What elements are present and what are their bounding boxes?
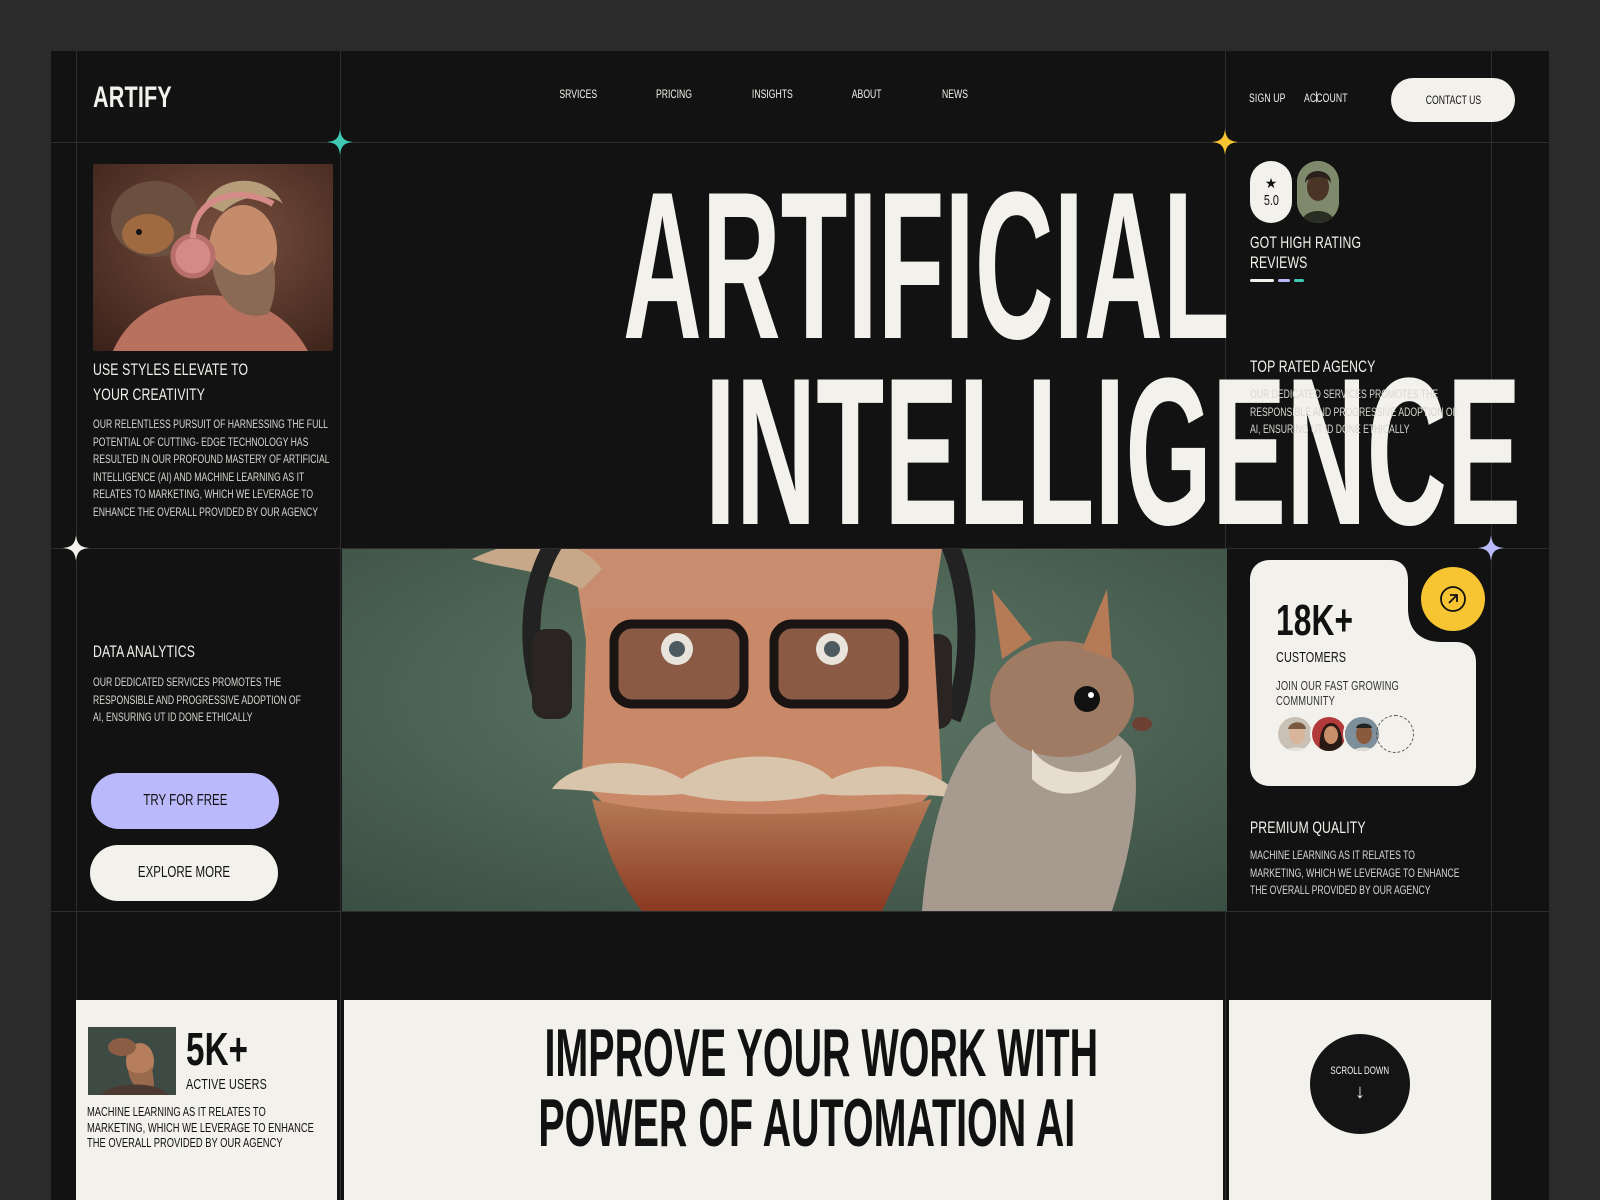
rating-value: 5.0 bbox=[1263, 192, 1279, 209]
more-avatars-placeholder[interactable] bbox=[1376, 715, 1414, 753]
nav-item-about[interactable]: ABOUT bbox=[832, 87, 902, 101]
active-users-card: 5K+ ACTIVE USERS MACHINE LEARNING AS IT … bbox=[76, 1000, 337, 1200]
arrow-up-right-icon bbox=[1440, 586, 1466, 612]
customers-count: 18K+ bbox=[1276, 596, 1354, 645]
headline-card: IMPROVE YOUR WORK WITH POWER OF AUTOMATI… bbox=[344, 1000, 1223, 1200]
active-users-count: 5K+ bbox=[186, 1023, 249, 1075]
portrait-hedgehog-image bbox=[93, 164, 333, 351]
scroll-card: SCROLL DOWN ↓ bbox=[1229, 1000, 1491, 1200]
active-users-label: ACTIVE USERS bbox=[186, 1076, 267, 1093]
sign-up-link[interactable]: SIGN UP bbox=[1249, 91, 1300, 105]
carousel-dot-active[interactable] bbox=[1250, 279, 1274, 282]
star-icon: ★ bbox=[1264, 175, 1278, 191]
active-users-image bbox=[88, 1027, 176, 1095]
sparkle-white-icon bbox=[63, 535, 89, 561]
top-rated-agency-title: TOP RATED AGENCY bbox=[1250, 357, 1376, 376]
nav-item-services[interactable]: SRVICES bbox=[543, 87, 613, 101]
try-for-free-button[interactable]: TRY FOR FREE bbox=[91, 773, 279, 829]
premium-quality-description: MACHINE LEARNING AS IT RELATES TO MARKET… bbox=[1250, 848, 1460, 897]
scroll-down-button[interactable]: SCROLL DOWN ↓ bbox=[1310, 1034, 1410, 1134]
sparkle-teal-icon bbox=[327, 129, 353, 155]
headline-line-2: POWER OF AUTOMATION AI bbox=[538, 1085, 1076, 1161]
logo[interactable]: ARTIFY bbox=[93, 81, 213, 115]
headline-line-1: IMPROVE YOUR WORK WITH bbox=[544, 1015, 1099, 1091]
grid-line bbox=[51, 142, 1549, 143]
grid-line bbox=[51, 911, 1549, 912]
carousel-dot[interactable] bbox=[1278, 279, 1290, 282]
premium-quality-title: PREMIUM QUALITY bbox=[1250, 818, 1366, 837]
logo-text: ARTIFY bbox=[93, 81, 172, 114]
grid-line bbox=[1491, 51, 1492, 1200]
grid-line bbox=[340, 51, 341, 1200]
nav-item-news[interactable]: NEWS bbox=[920, 87, 990, 101]
arrow-down-icon: ↓ bbox=[1355, 1080, 1365, 1103]
rating-badge: ★ 5.0 bbox=[1250, 161, 1292, 223]
nav-item-insights[interactable]: INSIGHTS bbox=[737, 87, 807, 101]
rating-title: GOT HIGH RATING REVIEWS bbox=[1250, 233, 1362, 272]
data-analytics-title: DATA ANALYTICS bbox=[93, 642, 196, 661]
account-link[interactable]: ACCOUNT bbox=[1304, 91, 1365, 105]
contact-us-button[interactable]: CONTACT US bbox=[1391, 78, 1515, 122]
scroll-down-label: SCROLL DOWN bbox=[1330, 1064, 1390, 1077]
page-frame: ARTIFY SRVICES PRICING INSIGHTS ABOUT NE… bbox=[51, 51, 1549, 1200]
hero-title: ARTIFICIAL INTELLIGENCE bbox=[343, 161, 1521, 557]
customers-description: JOIN OUR FAST GROWING COMMUNITY bbox=[1276, 678, 1399, 708]
nav-item-pricing[interactable]: PRICING bbox=[639, 87, 709, 101]
carousel-dot[interactable] bbox=[1294, 279, 1304, 282]
customers-link-button[interactable] bbox=[1421, 567, 1485, 631]
hero-line-2: INTELLIGENCE bbox=[704, 334, 1522, 569]
explore-more-button[interactable]: EXPLORE MORE bbox=[90, 845, 278, 901]
reviewer-avatar bbox=[1297, 161, 1339, 223]
feature-title: USE STYLES ELEVATE TO YOUR CREATIVITY bbox=[93, 360, 249, 404]
main-nav: SRVICES PRICING INSIGHTS ABOUT NEWS bbox=[341, 87, 1251, 109]
hero-man-squirrel-image bbox=[342, 549, 1227, 911]
top-rated-agency-description: OUR DEDICATED SERVICES PROMOTES THE RESP… bbox=[1250, 387, 1458, 436]
customers-label: CUSTOMERS bbox=[1276, 649, 1347, 666]
community-avatar bbox=[1276, 715, 1314, 753]
